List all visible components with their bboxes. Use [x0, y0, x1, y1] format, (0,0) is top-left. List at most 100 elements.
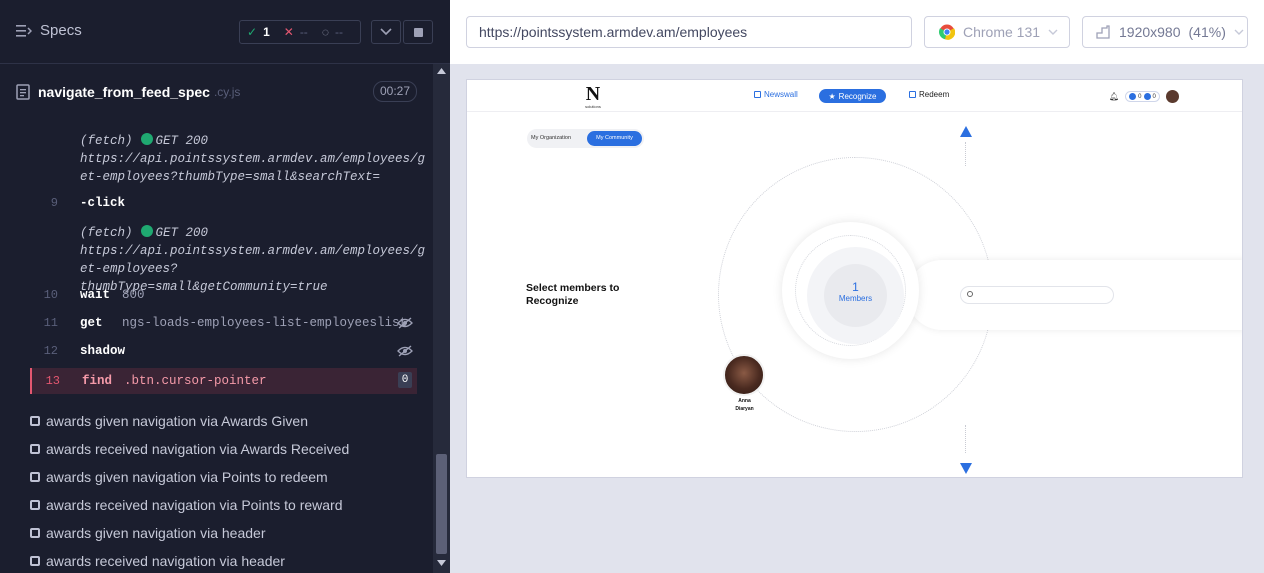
command-log: (fetch) GET 200 https://api.pointssystem.… — [30, 120, 425, 396]
spec-duration: 00:27 — [372, 81, 417, 102]
command-row-9[interactable]: 9 -click — [30, 192, 417, 214]
command-number: 10 — [43, 288, 58, 302]
stop-icon — [413, 27, 423, 37]
checkbox-icon — [30, 416, 40, 426]
company-logo[interactable]: N solutions — [579, 84, 607, 110]
chevron-down-icon — [1048, 29, 1058, 35]
test-title: awards given navigation via Awards Given — [46, 413, 309, 429]
command-name: wait — [80, 288, 111, 302]
spec-name[interactable]: navigate_from_feed_spec — [38, 84, 210, 100]
viewport-scale: (41%) — [1188, 24, 1226, 40]
command-row-11[interactable]: 11 get ngs-loads-employees-list-employee… — [30, 312, 417, 334]
points-badge[interactable]: 0 0 — [1125, 91, 1160, 102]
newswall-icon — [754, 91, 761, 98]
test-item[interactable]: awards given navigation via header — [30, 522, 410, 544]
viewport-selector[interactable]: 1920x980 (41%) — [1082, 16, 1248, 48]
test-title: awards received navigation via Awards Re… — [46, 441, 350, 457]
scroll-up-icon — [437, 68, 446, 74]
search-icon — [967, 291, 973, 297]
fetch-url-line1: https://api.pointssystem.armdev.am/emplo… — [80, 152, 426, 166]
browser-name: Chrome 131 — [963, 24, 1041, 40]
app-under-test: N solutions Newswall ★ Recognize Redeem … — [466, 79, 1243, 478]
specs-label: Specs — [40, 22, 82, 39]
star-icon: ★ — [828, 91, 836, 101]
specs-menu-icon — [16, 24, 32, 37]
scroll-up-arrow-icon[interactable] — [960, 126, 972, 137]
x-icon: ✕ — [283, 25, 294, 39]
fetch-status: GET 200 — [155, 134, 209, 148]
toggle-my-community[interactable]: My Community — [587, 131, 642, 146]
app-preview-panel: https://pointssystem.armdev.am/employees… — [450, 0, 1264, 573]
app-navbar: N solutions Newswall ★ Recognize Redeem … — [467, 80, 1242, 112]
ruler-icon — [1096, 25, 1110, 39]
url-field[interactable]: https://pointssystem.armdev.am/employees — [466, 16, 912, 48]
test-title: awards given navigation via Points to re… — [46, 469, 328, 485]
member-search-input[interactable] — [960, 286, 1114, 304]
test-item[interactable]: awards given navigation via Awards Given — [30, 410, 410, 432]
test-title: awards given navigation via header — [46, 525, 266, 541]
test-item[interactable]: awards received navigation via Points to… — [30, 494, 410, 516]
status-dot-icon — [140, 133, 153, 145]
command-name: find — [82, 374, 113, 388]
checkbox-icon — [30, 528, 40, 538]
command-number: 11 — [43, 316, 58, 330]
checkbox-icon — [30, 556, 40, 566]
calendar-icon — [909, 91, 916, 98]
test-item[interactable]: awards given navigation via Points to re… — [30, 466, 410, 488]
fetch-url-line2: et-employees?thumbType=small&searchText= — [80, 170, 381, 184]
document-icon — [16, 84, 30, 100]
chevron-down-icon — [1234, 29, 1244, 35]
scroll-down-icon — [437, 560, 446, 566]
command-message: .btn.cursor-pointer — [124, 374, 267, 388]
checkbox-icon — [30, 472, 40, 482]
coin-icon — [1129, 93, 1137, 100]
command-row-13[interactable]: 13 find .btn.cursor-pointer 0 — [30, 368, 417, 394]
fetch-prefix: (fetch) — [80, 226, 133, 240]
eye-slash-icon — [397, 317, 413, 329]
test-item[interactable]: awards received navigation via Awards Re… — [30, 438, 410, 460]
command-name: get — [80, 316, 103, 330]
user-avatar[interactable] — [1165, 90, 1179, 103]
nav-recognize[interactable]: ★ Recognize — [819, 89, 886, 103]
fetch-status: GET 200 — [155, 226, 209, 240]
member-last-name: Diaryan — [735, 406, 754, 412]
member-avatar[interactable]: Anna Diaryan — [723, 354, 766, 412]
chrome-icon — [939, 24, 955, 40]
member-first-name: Anna — [738, 398, 751, 404]
toggle-my-organization[interactable]: My Organization — [531, 129, 571, 148]
fetch-log-1[interactable]: (fetch) GET 200 https://api.pointssystem.… — [80, 132, 425, 186]
dotted-line — [965, 142, 966, 166]
viewport-size: 1920x980 — [1119, 24, 1181, 40]
browser-selector[interactable]: Chrome 131 — [924, 16, 1070, 48]
member-photo — [723, 354, 765, 396]
fetch-url-line1: https://api.pointssystem.armdev.am/emplo… — [80, 244, 426, 258]
check-icon: ✓ — [247, 25, 258, 39]
scroll-down-arrow-icon[interactable] — [960, 463, 972, 474]
community-toggle[interactable]: My Organization My Community — [527, 129, 644, 148]
points-value-1: 0 — [1138, 93, 1142, 100]
bell-icon[interactable]: 🔔︎ — [1109, 92, 1119, 101]
chevron-down-button[interactable] — [371, 20, 401, 44]
runner-header: Specs ✓ 1 ✕ -- ◌ -- — [0, 0, 450, 64]
test-item[interactable]: awards received navigation via header — [30, 550, 410, 572]
pending-count: -- — [334, 25, 343, 39]
members-count: 1 — [852, 280, 859, 294]
browser-toolbar: https://pointssystem.armdev.am/employees… — [450, 0, 1264, 64]
members-label: Members — [838, 294, 873, 303]
nav-label: Redeem — [919, 90, 950, 99]
command-log-scrollbar[interactable] — [433, 64, 450, 573]
command-row-12[interactable]: 12 shadow — [30, 340, 417, 362]
command-row-10[interactable]: 10 wait 800 — [30, 284, 417, 306]
command-number: 13 — [45, 374, 60, 388]
nav-redeem[interactable]: Redeem — [909, 90, 949, 99]
members-counter[interactable]: 1 Members — [824, 264, 887, 327]
dotted-line — [965, 425, 966, 453]
pending-icon: ◌ — [321, 25, 329, 39]
test-stats: ✓ 1 ✕ -- ◌ -- — [239, 20, 361, 44]
command-message: ngs-loads-employees-list-employeeslist — [122, 316, 408, 330]
stop-button[interactable] — [403, 20, 433, 44]
nav-newswall[interactable]: Newswall — [754, 90, 798, 99]
scrollbar-thumb[interactable] — [436, 454, 447, 554]
nav-label: Newswall — [764, 90, 798, 99]
specs-toggle[interactable]: Specs — [16, 22, 82, 39]
